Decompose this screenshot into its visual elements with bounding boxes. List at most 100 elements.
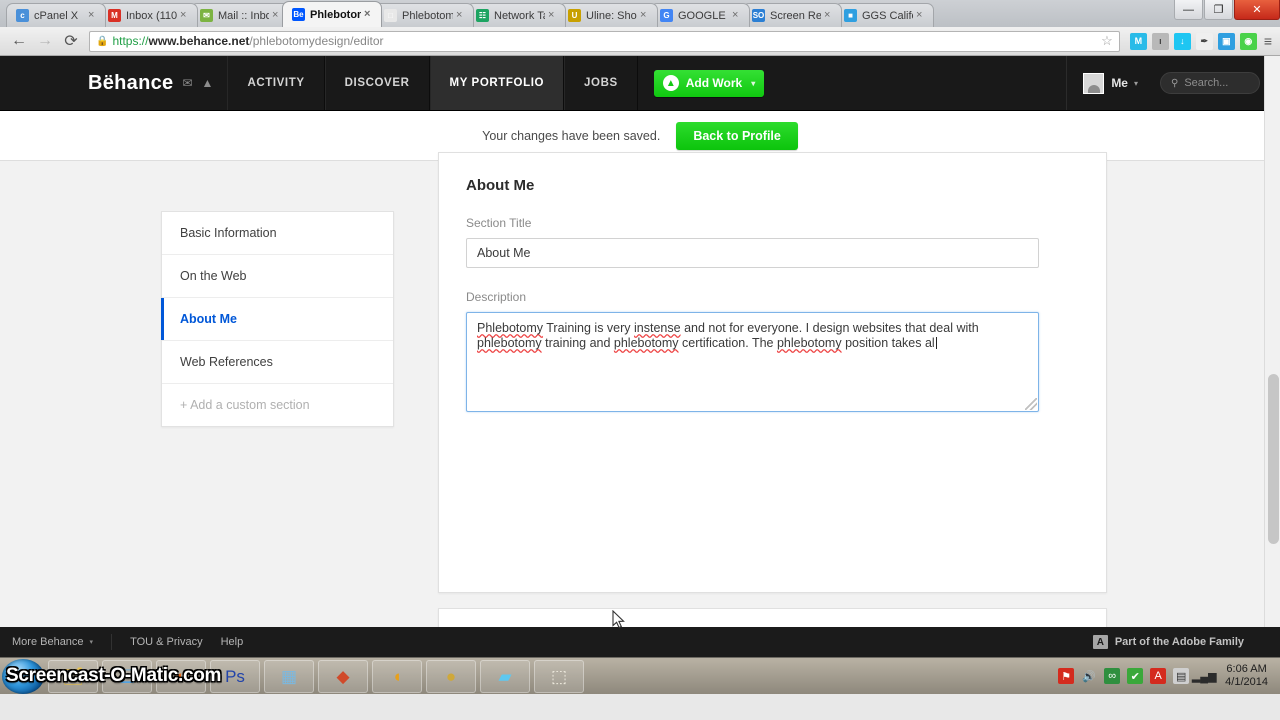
tray-security-icon[interactable]: ✔ — [1127, 668, 1143, 684]
start-button[interactable] — [2, 659, 44, 694]
messages-icon[interactable]: ✉ — [182, 76, 192, 90]
taskbar-item-flame[interactable]: ◖ — [372, 660, 422, 693]
tray-update-icon[interactable]: ▤ — [1173, 668, 1189, 684]
taskbar-item-explorer[interactable]: 🗂 — [48, 660, 98, 693]
nav-link-my-portfolio[interactable]: MY PORTFOLIO — [430, 56, 565, 110]
help-link[interactable]: Help — [221, 636, 244, 648]
page-scrollbar[interactable] — [1264, 56, 1280, 657]
section-title-input[interactable]: About Me — [466, 238, 1039, 268]
add-work-caret-icon[interactable]: ▾ — [751, 79, 755, 88]
description-textarea[interactable]: Phlebotomy Training is very instense and… — [466, 312, 1039, 412]
tab-close-icon[interactable]: × — [824, 10, 835, 21]
nav-link-activity[interactable]: ACTIVITY — [227, 56, 324, 110]
add-work-group: ▲ Add Work ▾ — [638, 56, 780, 110]
search-input[interactable]: ⚲ Search... — [1160, 72, 1260, 94]
bookmark-star-icon[interactable]: ☆ — [1101, 33, 1113, 49]
tab-close-icon[interactable]: × — [364, 9, 375, 20]
taskbar-item-media[interactable]: ◆ — [318, 660, 368, 693]
behance-logo-group[interactable]: Bëhance ✉ ▲ — [0, 56, 227, 110]
browser-tab[interactable]: SOScreen Reco× — [742, 3, 842, 27]
sidebar-item-basic-information[interactable]: Basic Information — [162, 212, 393, 255]
sidebar-item-about-me[interactable]: About Me — [162, 298, 393, 341]
more-behance-link[interactable]: More Behance ▾ — [12, 636, 93, 648]
taskbar-item-icon: ◆ — [336, 668, 349, 685]
tab-close-icon[interactable]: × — [732, 10, 743, 21]
back-to-profile-button[interactable]: Back to Profile — [676, 122, 798, 150]
browser-tab[interactable]: ■GGS Californ× — [834, 3, 934, 27]
misspelled-word: instense — [634, 321, 681, 335]
gray-extension-icon[interactable]: ı — [1152, 33, 1169, 50]
tray-icons: ⚑ 🔊 ∞ ✔ A ▤ ▂▄▆ — [1051, 668, 1212, 684]
minimize-button[interactable]: — — [1174, 0, 1203, 20]
tray-alert-icon[interactable]: ⚑ — [1058, 668, 1074, 684]
taskbar-item-firefox[interactable]: ◐ — [156, 660, 206, 693]
tab-close-icon[interactable]: × — [640, 10, 651, 21]
tab-favicon-icon: G — [660, 9, 673, 22]
textarea-resize-handle[interactable] — [1025, 398, 1037, 410]
tab-close-icon[interactable]: × — [548, 10, 559, 21]
taskbar-item-windows[interactable]: ❑ — [102, 660, 152, 693]
tray-acrobat-icon[interactable]: A — [1150, 668, 1166, 684]
back-button[interactable]: ← — [6, 28, 32, 54]
account-menu[interactable]: Me ▾ — [1066, 56, 1154, 110]
windows-taskbar: 🗂❑◐Ps▦◆◖●▰⬚ Screencast-O-Matic.com ⚑🔊∞✔A… — [0, 657, 1280, 694]
adobe-family-badge: A Part of the Adobe Family — [1093, 635, 1244, 649]
window-controls: —❐✕ — [1173, 0, 1280, 22]
add-custom-section-button[interactable]: + Add a custom section — [162, 384, 393, 426]
address-bar[interactable]: 🔒 https://www.behance.net/phlebotomydesi… — [89, 31, 1120, 52]
misspelled-word: Phlebotomy — [477, 321, 543, 335]
maximize-button[interactable]: ❐ — [1204, 0, 1233, 20]
close-button[interactable]: ✕ — [1234, 0, 1280, 20]
saved-message: Your changes have been saved. — [482, 129, 660, 143]
taskbar-item-icon: Ps — [225, 668, 245, 685]
tray-signal-icon[interactable]: ▂▄▆ — [1196, 668, 1212, 684]
nav-link-discover[interactable]: DISCOVER — [325, 56, 430, 110]
taskbar-item-icon: ⬚ — [551, 668, 567, 685]
browser-tab[interactable]: UUline: Shopp× — [558, 3, 658, 27]
tab-label: GOOGLE PO — [678, 10, 729, 22]
nav-link-jobs[interactable]: JOBS — [564, 56, 638, 110]
browser-tab[interactable]: G GOOGLE PO× — [650, 3, 750, 27]
taskbar-item-filezilla[interactable]: ● — [426, 660, 476, 693]
behance-logo[interactable]: Bëhance — [88, 72, 173, 95]
browser-tab[interactable]: ☷Network Tab× — [466, 3, 566, 27]
tou-privacy-link[interactable]: TOU & Privacy — [130, 636, 203, 648]
taskbar-clock[interactable]: 6:06 AM 4/1/2014 — [1225, 663, 1268, 689]
tab-close-icon[interactable]: × — [916, 10, 927, 21]
description-label: Description — [466, 290, 1079, 304]
browser-tab[interactable]: □Phlebotomy× — [374, 3, 474, 27]
reload-button[interactable]: ⟳ — [58, 28, 84, 54]
eyedropper-extension-icon[interactable]: ✒ — [1196, 33, 1213, 50]
scrollbar-thumb[interactable] — [1268, 374, 1279, 544]
chrome-menu-icon[interactable]: ≡ — [1264, 33, 1272, 49]
browser-chrome: ccPanel X×MInbox (110)×✉Mail :: Inbox×Be… — [0, 0, 1280, 56]
browser-tab[interactable]: ✉Mail :: Inbox× — [190, 3, 290, 27]
taskbar-item-icon: ▰ — [498, 668, 511, 685]
notifications-icon[interactable]: ▲ — [202, 76, 214, 90]
target-extension-icon[interactable]: ◉ — [1240, 33, 1257, 50]
url-scheme: https:// — [112, 34, 148, 48]
misspelled-word: phlebotomy — [614, 336, 679, 350]
tray-network-link-icon[interactable]: ∞ — [1104, 668, 1120, 684]
forward-button[interactable]: → — [32, 28, 58, 54]
taskbar-item-snip[interactable]: ⬚ — [534, 660, 584, 693]
description-text: training and — [542, 336, 614, 350]
download-extension-icon[interactable]: ↓ — [1174, 33, 1191, 50]
taskbar-item-photoshop[interactable]: Ps — [210, 660, 260, 693]
tab-close-icon[interactable]: × — [180, 10, 191, 21]
tab-close-icon[interactable]: × — [456, 10, 467, 21]
add-work-button[interactable]: ▲ Add Work ▾ — [654, 70, 764, 97]
browser-tab[interactable]: BePhlebotomy× — [282, 1, 382, 27]
about-me-card: About Me Section Title About Me Descript… — [438, 152, 1107, 593]
mail-extension-icon[interactable]: M — [1130, 33, 1147, 50]
tab-close-icon[interactable]: × — [88, 10, 99, 21]
taskbar-item-calculator[interactable]: ▦ — [264, 660, 314, 693]
browser-tab[interactable]: MInbox (110)× — [98, 3, 198, 27]
screen-share-extension-icon[interactable]: ▣ — [1218, 33, 1235, 50]
tab-label: Mail :: Inbox — [218, 10, 269, 22]
taskbar-item-notepad[interactable]: ▰ — [480, 660, 530, 693]
sidebar-item-on-the-web[interactable]: On the Web — [162, 255, 393, 298]
browser-tab[interactable]: ccPanel X× — [6, 3, 106, 27]
tray-volume-icon[interactable]: 🔊 — [1081, 668, 1097, 684]
sidebar-item-web-references[interactable]: Web References — [162, 341, 393, 384]
